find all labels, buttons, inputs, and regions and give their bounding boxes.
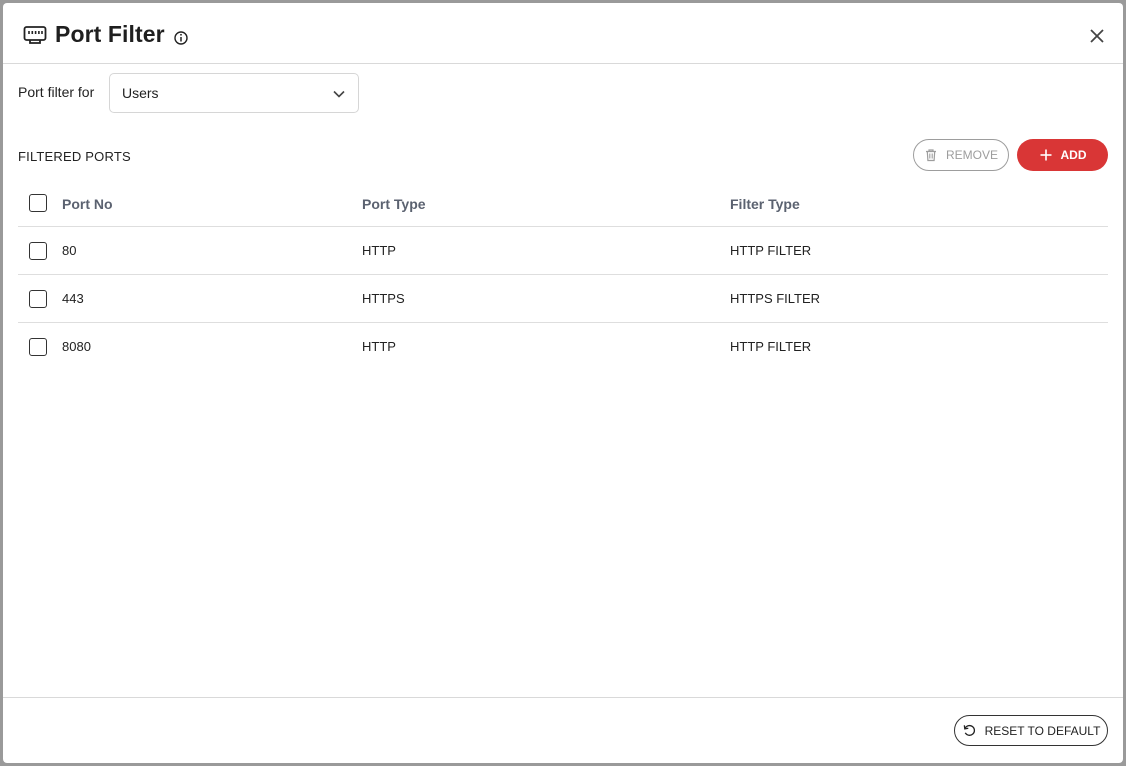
filter-type-cell: HTTPS FILTER xyxy=(730,291,821,306)
dialog-header: Port Filter xyxy=(3,3,1123,64)
page-title: Port Filter xyxy=(55,21,165,47)
reset-button-label: RESET TO DEFAULT xyxy=(984,723,1101,738)
port-no-cell: 80 xyxy=(62,243,77,258)
chevron-down-icon xyxy=(333,90,345,98)
filter-type-cell: HTTP FILTER xyxy=(730,339,812,354)
port-type-cell: HTTP xyxy=(362,243,396,258)
reset-icon xyxy=(963,724,975,736)
port-no-cell: 8080 xyxy=(62,339,91,354)
close-icon[interactable] xyxy=(1085,24,1109,48)
trash-icon xyxy=(925,149,936,162)
reset-to-default-button[interactable]: RESET TO DEFAULT xyxy=(954,715,1108,746)
filtered-ports-table: Port No Port Type Filter Type 80 HTTP HT… xyxy=(18,179,1108,371)
remove-button-label: REMOVE xyxy=(945,148,998,162)
port-filter-for-select[interactable]: Users xyxy=(109,73,359,113)
port-filter-dialog: Port Filter Port filter for Users FILTER… xyxy=(3,3,1123,763)
filter-type-cell: HTTP FILTER xyxy=(730,243,812,258)
port-filter-for-label: Port filter for xyxy=(18,84,95,100)
row-checkbox[interactable] xyxy=(29,338,47,356)
port-type-cell: HTTPS xyxy=(362,291,405,306)
column-header-filter-type[interactable]: Filter Type xyxy=(730,196,800,212)
table-row[interactable]: 443 HTTPS HTTPS FILTER xyxy=(18,275,1108,323)
remove-button[interactable]: REMOVE xyxy=(913,139,1009,171)
row-checkbox[interactable] xyxy=(29,290,47,308)
column-header-port-type[interactable]: Port Type xyxy=(362,196,426,212)
add-button[interactable]: ADD xyxy=(1017,139,1108,171)
column-header-port-no[interactable]: Port No xyxy=(62,196,113,212)
table-row[interactable]: 80 HTTP HTTP FILTER xyxy=(18,227,1108,275)
select-value: Users xyxy=(122,85,159,101)
plus-icon xyxy=(1040,149,1051,161)
port-type-cell: HTTP xyxy=(362,339,396,354)
filtered-ports-title: FILTERED PORTS xyxy=(18,149,131,164)
select-all-checkbox[interactable] xyxy=(29,194,47,212)
table-header-row: Port No Port Type Filter Type xyxy=(18,179,1108,227)
table-row[interactable]: 8080 HTTP HTTP FILTER xyxy=(18,323,1108,371)
ethernet-port-icon xyxy=(23,26,47,44)
port-no-cell: 443 xyxy=(62,291,84,306)
row-checkbox[interactable] xyxy=(29,242,47,260)
dialog-footer: RESET TO DEFAULT xyxy=(3,697,1123,763)
add-button-label: ADD xyxy=(1060,148,1087,162)
info-icon[interactable] xyxy=(173,30,189,46)
